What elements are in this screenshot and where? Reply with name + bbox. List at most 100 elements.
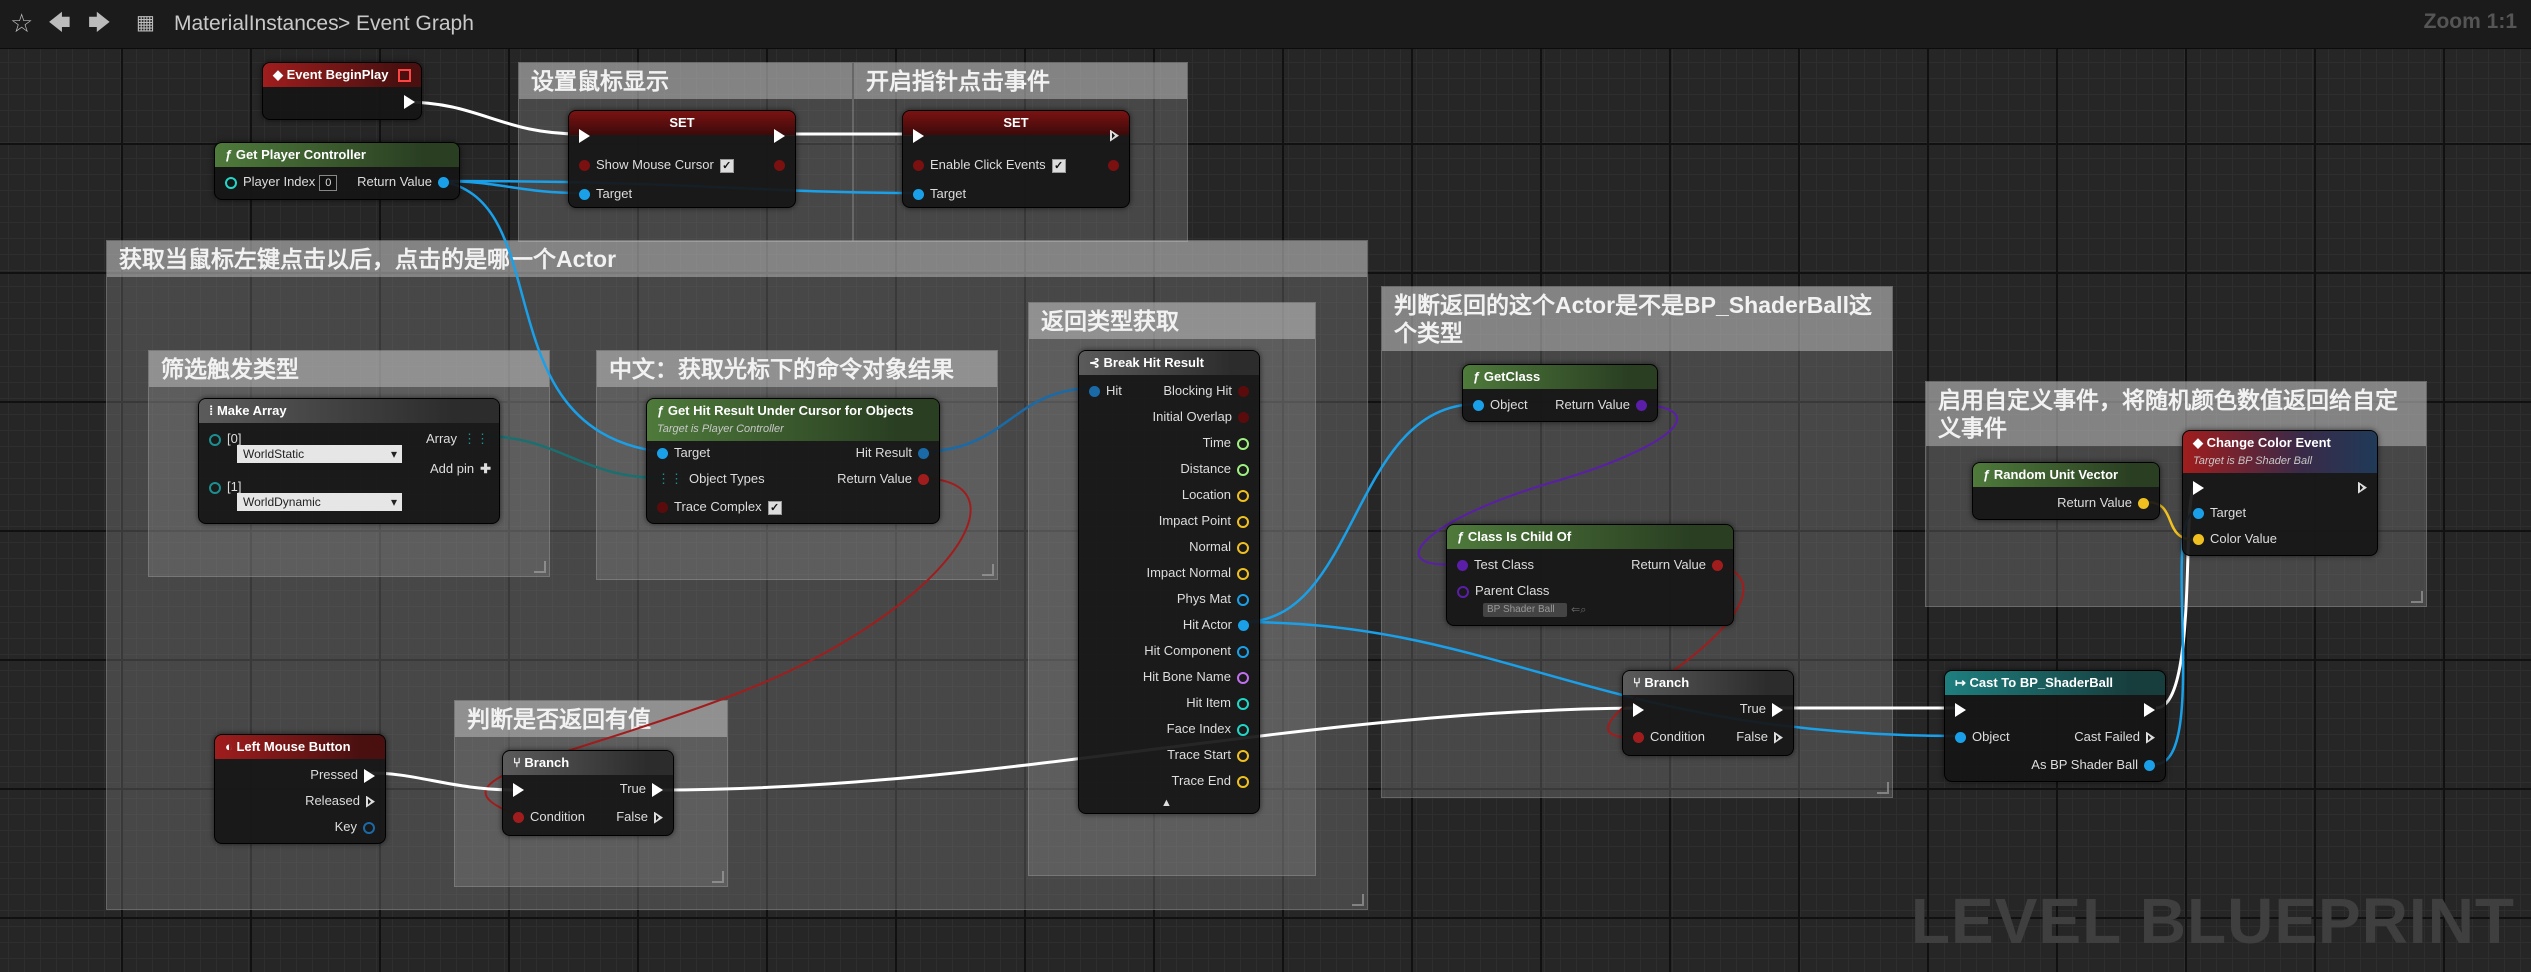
exec-in-pin[interactable] <box>1627 701 1650 717</box>
trace-complex-pin[interactable]: Trace Complex ✓ <box>651 499 782 515</box>
key-pin[interactable]: Key <box>335 819 381 835</box>
node-make-array[interactable]: ⁞ Make Array [0] WorldStatic [1] WorldDy… <box>198 398 500 524</box>
released-pin[interactable]: Released <box>305 793 381 809</box>
array-item-1-pin[interactable]: [1] <box>203 479 241 495</box>
node-change-color-event[interactable]: ◆ Change Color Event Target is BP Shader … <box>2182 430 2378 556</box>
node-class-is-child-of[interactable]: ƒ Class Is Child Of Test Class Parent Cl… <box>1446 524 1734 626</box>
exec-out-pin[interactable] <box>768 127 791 143</box>
target-pin[interactable]: Target <box>2187 505 2246 521</box>
target-pin[interactable]: Target <box>907 186 966 202</box>
target-pin[interactable]: Target <box>651 445 710 461</box>
test-class-pin[interactable]: Test Class <box>1451 557 1534 573</box>
struct-pin-icon <box>363 821 375 834</box>
node-random-unit-vector[interactable]: ƒ Random Unit Vector Return Value <box>1972 462 2160 520</box>
exec-in-pin[interactable] <box>1949 701 1972 717</box>
false-pin[interactable]: False <box>616 809 669 825</box>
exec-in-pin[interactable] <box>907 127 930 143</box>
bool-pin-icon <box>513 812 524 824</box>
node-get-hit-result-under-cursor[interactable]: ƒ Get Hit Result Under Cursor for Object… <box>646 398 940 524</box>
false-pin[interactable]: False <box>1736 729 1789 745</box>
bool-out-pin[interactable] <box>1102 157 1125 173</box>
exec-in-pin[interactable] <box>507 781 530 797</box>
node-get-player-controller[interactable]: ƒ Get Player Controller Player Index 0 Re… <box>214 142 460 200</box>
collapse-arrow-icon[interactable]: ▲ <box>1161 795 1172 811</box>
true-pin[interactable]: True <box>620 781 669 797</box>
parent-class-dropdown[interactable]: BP Shader Ball ⇐⌕ <box>1483 601 1586 618</box>
hit-pin[interactable]: Hit <box>1083 383 1122 399</box>
target-pin[interactable]: Target <box>573 186 632 202</box>
exec-pin-icon <box>366 795 375 808</box>
trace-start-pin[interactable]: Trace Start <box>1167 747 1255 763</box>
condition-pin[interactable]: Condition <box>1627 729 1705 745</box>
object-wire <box>1242 620 1959 738</box>
return-value-pin[interactable]: Return Value <box>1555 397 1653 413</box>
node-getclass[interactable]: ƒ GetClass Object Return Value <box>1462 364 1658 422</box>
object-types-pin[interactable]: ⋮⋮ Object Types <box>651 471 765 487</box>
return-value-pin[interactable]: Return Value <box>1631 557 1729 573</box>
return-value-pin[interactable]: Return Value <box>837 471 935 487</box>
add-pin-button[interactable]: Add pin ✚ <box>430 461 491 477</box>
exec-pin-icon <box>1110 129 1119 142</box>
initial-overlap-pin[interactable]: Initial Overlap <box>1153 409 1255 425</box>
exec-out-pin[interactable] <box>2352 479 2373 495</box>
bool-out-pin[interactable] <box>768 157 791 173</box>
node-set-show-mouse-cursor[interactable]: SET Show Mouse Cursor ✓ Target <box>568 110 796 208</box>
enable-click-events-pin[interactable]: Enable Click Events ✓ <box>907 157 1066 173</box>
exec-out-pin[interactable] <box>2138 701 2161 717</box>
node-title: Cast To BP_ShaderBall <box>1969 675 2114 690</box>
exec-out-pin[interactable] <box>1104 127 1125 143</box>
node-event-beginplay[interactable]: ◆ Event BeginPlay <box>262 62 422 120</box>
exec-in-pin[interactable] <box>2187 479 2210 495</box>
player-index-input[interactable]: 0 <box>319 174 338 191</box>
browse-icon[interactable]: ⇐⌕ <box>1571 604 1586 616</box>
array-out-pin[interactable]: Array ⋮⋮ <box>426 431 495 447</box>
face-index-pin[interactable]: Face Index <box>1167 721 1255 737</box>
show-mouse-cursor-checkbox[interactable]: ✓ <box>719 158 734 173</box>
distance-pin[interactable]: Distance <box>1180 461 1255 477</box>
exec-out-pin[interactable] <box>398 93 421 109</box>
trace-end-pin[interactable]: Trace End <box>1172 773 1256 789</box>
vector-pin-icon <box>1237 775 1249 788</box>
true-pin[interactable]: True <box>1740 701 1789 717</box>
enable-click-events-checkbox[interactable]: ✓ <box>1051 158 1066 173</box>
normal-pin[interactable]: Normal <box>1189 539 1255 555</box>
parent-class-pin[interactable]: Parent Class <box>1451 583 1549 599</box>
array-item-1-dropdown[interactable]: WorldDynamic <box>237 493 402 511</box>
node-cast-to-bp-shaderball[interactable]: ↦ Cast To BP_ShaderBall Object Cast Fail… <box>1944 670 2166 782</box>
show-mouse-cursor-pin[interactable]: Show Mouse Cursor ✓ <box>573 157 734 173</box>
impact-point-pin[interactable]: Impact Point <box>1159 513 1255 529</box>
trace-complex-checkbox[interactable]: ✓ <box>767 500 782 515</box>
as-bp-shader-ball-pin[interactable]: As BP Shader Ball <box>2031 757 2161 773</box>
array-item-0-dropdown[interactable]: WorldStatic <box>237 445 402 463</box>
hit-component-pin[interactable]: Hit Component <box>1144 643 1255 659</box>
node-subtitle: Target is BP Shader Ball <box>2193 455 2313 467</box>
time-pin[interactable]: Time <box>1203 435 1255 451</box>
color-value-pin[interactable]: Color Value <box>2187 531 2277 547</box>
hit-item-pin[interactable]: Hit Item <box>1186 695 1255 711</box>
node-branch-has-value[interactable]: ⑂ Branch Condition True False <box>502 750 674 836</box>
object-pin[interactable]: Object <box>1467 397 1528 413</box>
condition-pin[interactable]: Condition <box>507 809 585 825</box>
cast-failed-pin[interactable]: Cast Failed <box>2074 729 2161 745</box>
impact-normal-pin[interactable]: Impact Normal <box>1146 565 1255 581</box>
array-item-0-pin[interactable]: [0] <box>203 431 241 447</box>
return-value-pin[interactable]: Return Value <box>2057 495 2155 511</box>
exec-pin-icon <box>364 768 375 783</box>
location-pin[interactable]: Location <box>1182 487 1255 503</box>
exec-in-pin[interactable] <box>573 127 596 143</box>
object-pin[interactable]: Object <box>1949 729 2010 745</box>
hit-result-pin[interactable]: Hit Result <box>856 445 935 461</box>
return-value-pin[interactable]: Return Value <box>357 174 455 190</box>
node-break-hit-result[interactable]: ⊰ Break Hit Result Hit Blocking Hit Init… <box>1078 350 1260 814</box>
node-set-enable-click-events[interactable]: SET Enable Click Events ✓ Target <box>902 110 1130 208</box>
blocking-hit-pin[interactable]: Blocking Hit <box>1163 383 1255 399</box>
array-pin-icon: ⋮⋮ <box>463 431 489 446</box>
phys-mat-pin[interactable]: Phys Mat <box>1177 591 1255 607</box>
exec-pin-icon <box>654 811 663 824</box>
node-left-mouse-button[interactable]: ◐ Left Mouse Button Pressed Released Key <box>214 734 386 844</box>
hit-actor-pin[interactable]: Hit Actor <box>1183 617 1255 633</box>
pressed-pin[interactable]: Pressed <box>310 767 381 783</box>
node-branch-class-check[interactable]: ⑂ Branch Condition True False <box>1622 670 1794 756</box>
hit-bone-name-pin[interactable]: Hit Bone Name <box>1143 669 1255 685</box>
player-index-pin[interactable]: Player Index 0 <box>219 174 338 191</box>
